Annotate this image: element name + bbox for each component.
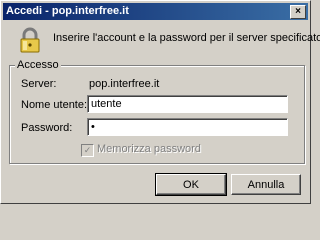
password-field[interactable]: •: [87, 118, 288, 136]
remember-password-checkbox[interactable]: ✓: [81, 144, 94, 157]
server-value: pop.interfree.it: [89, 78, 160, 90]
cancel-button[interactable]: Annulla: [231, 174, 301, 195]
login-dialog: Accedi - pop.interfree.it × Inserire l'a…: [0, 0, 320, 204]
instruction-text: Inserire l'account e la password per il …: [53, 32, 320, 44]
title-bar[interactable]: Accedi - pop.interfree.it ×: [3, 3, 308, 20]
padlock-icon: [20, 27, 40, 53]
window-title: Accedi - pop.interfree.it: [6, 5, 129, 17]
server-label: Server:: [21, 78, 57, 90]
username-label: Nome utente:: [21, 99, 88, 111]
close-button[interactable]: ×: [290, 5, 306, 19]
username-field[interactable]: utente: [87, 95, 288, 113]
remember-password-label: Memorizza password: [97, 143, 201, 155]
password-label: Password:: [21, 122, 73, 134]
groupbox-legend: Accesso: [15, 59, 61, 71]
ok-button[interactable]: OK: [155, 173, 227, 196]
